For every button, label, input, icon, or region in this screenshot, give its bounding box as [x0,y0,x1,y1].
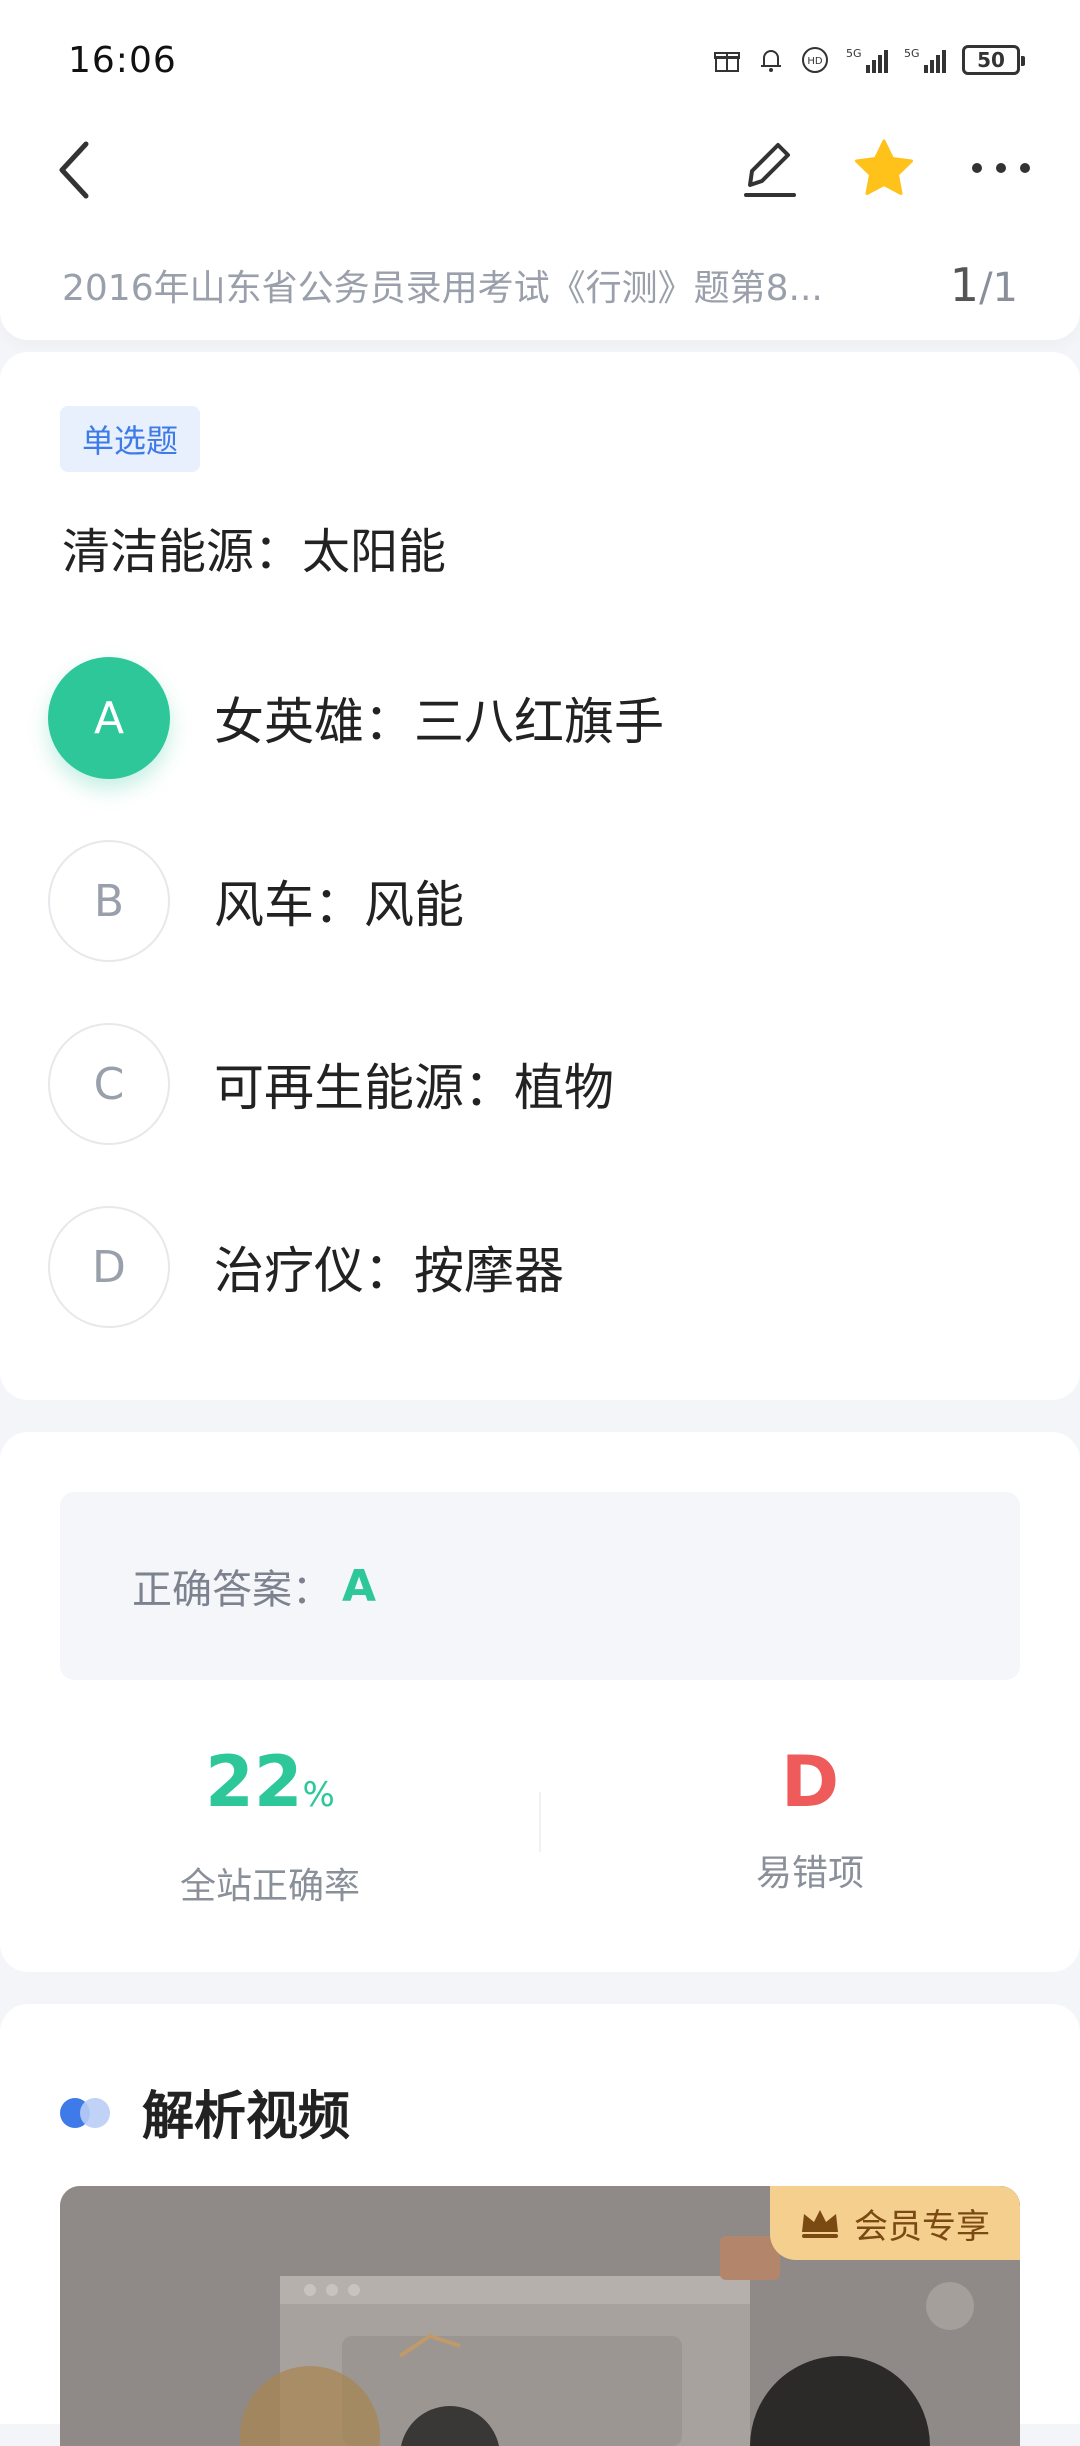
star-icon [855,139,913,195]
question-counter: 1/1 [950,258,1018,312]
accuracy-value: 22 [205,1741,303,1823]
video-thumbnail[interactable]: 会员专享 [60,2186,1020,2446]
option-letter: D [48,1206,170,1328]
common-wrong-value: D [780,1741,840,1823]
option-text: 治疗仪：按摩器 [214,1242,564,1300]
status-bar: 16:06 HD 5G 5G 50 [0,0,1080,120]
correct-answer-value: A [342,1560,377,1612]
member-exclusive-badge: 会员专享 [770,2186,1020,2260]
question-stem: 清洁能源：太阳能 [62,524,447,580]
5g-signal-icon: 5G [904,43,948,77]
option-c[interactable]: C 可再生能源：植物 [48,1022,1038,1146]
option-letter: C [48,1023,170,1145]
back-icon [59,141,89,199]
paper-title[interactable]: 2016年山东省公务员录用考试《行测》题第8... [62,259,823,311]
common-wrong-stat: D 易错项 [600,1742,1020,1896]
accuracy-unit: % [302,1775,335,1815]
edit-icon [744,143,796,197]
more-icon [972,163,1030,173]
answer-card: 正确答案： A 22% 全站正确率 D 易错项 [0,1432,1080,1972]
option-letter: B [48,840,170,962]
option-text: 风车：风能 [214,876,464,934]
battery-level: 50 [977,48,1005,72]
back-button[interactable] [54,130,110,210]
favorite-button[interactable] [852,128,916,208]
option-a[interactable]: A 女英雄：三八红旗手 [48,656,1038,780]
option-d[interactable]: D 治疗仪：按摩器 [48,1205,1038,1329]
question-type-tag: 单选题 [60,406,201,472]
battery-icon: 50 [962,45,1025,75]
status-icons: HD 5G 5G 50 [712,43,1025,77]
question-current: 1 [949,258,980,312]
paper-bar: 2016年山东省公务员录用考试《行测》题第8... 1/1 [0,230,1080,340]
video-section-title: 解析视频 [142,2087,351,2147]
correct-answer-label: 正确答案： [132,1567,332,1613]
option-text: 女英雄：三八红旗手 [214,693,664,751]
svg-text:HD: HD [807,56,823,67]
question-card: 单选题 清洁能源：太阳能 A 女英雄：三八红旗手 B 风车：风能 C 可再生能源… [0,352,1080,1400]
bell-icon [756,43,786,77]
5g-signal-icon: 5G [846,43,890,77]
svg-text:5G: 5G [846,47,862,60]
stat-divider [539,1792,541,1852]
video-card: 解析视频 会员专享 [0,2004,1080,2446]
edit-button[interactable] [738,128,802,208]
more-button[interactable] [966,128,1036,208]
status-time: 16:06 [68,39,177,81]
accuracy-label: 全站正确率 [179,1866,360,1907]
svg-text:5G: 5G [904,47,920,60]
option-b[interactable]: B 风车：风能 [48,839,1038,963]
section-dots-icon [60,2096,116,2128]
correct-answer-box: 正确答案： A [60,1492,1020,1680]
crown-icon [802,2210,838,2238]
video-heading: 解析视频 [60,2074,350,2149]
option-text: 可再生能源：植物 [214,1059,614,1117]
accuracy-value-wrap: 22% [60,1742,480,1835]
option-letter: A [48,657,170,779]
question-total: /1 [979,265,1018,311]
accuracy-stat: 22% 全站正确率 [60,1742,480,1909]
member-badge-label: 会员专享 [854,2206,990,2247]
gift-icon [712,43,742,77]
common-wrong-label: 易错项 [755,1853,864,1894]
hd-icon: HD [800,43,832,77]
